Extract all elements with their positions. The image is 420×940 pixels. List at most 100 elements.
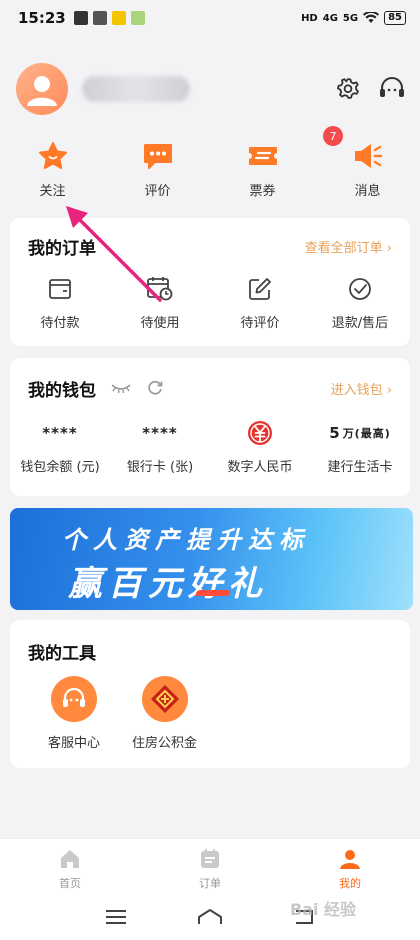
- wallet-header-tools: [110, 379, 164, 397]
- quick-action-label: 票券: [249, 184, 276, 199]
- edit-icon: [245, 274, 275, 304]
- meituan-notification-icon: [111, 11, 126, 25]
- quick-action-follow[interactable]: 关注: [0, 138, 105, 202]
- ccb-life-card[interactable]: 5 万(最高) 建行生活卡: [310, 418, 410, 475]
- wallet-title: 我的钱包: [28, 380, 96, 401]
- order-icon: [201, 849, 219, 868]
- signal-4g-indicator: 4G: [322, 12, 338, 24]
- quick-actions: 关注 评价 7 票券 消息: [0, 126, 420, 202]
- profile-header: [16, 58, 406, 120]
- promo-banner[interactable]: 个人资产提升达标 赢百元好礼: [10, 508, 413, 610]
- quick-action-review[interactable]: 评价: [105, 138, 210, 202]
- speaker-icon: [350, 138, 386, 174]
- order-status-to-use[interactable]: 待使用: [110, 274, 210, 331]
- quick-action-tickets[interactable]: 7 票券: [210, 126, 343, 202]
- view-all-orders-link[interactable]: 查看全部订单 ›: [305, 237, 392, 256]
- home-icon: [61, 850, 79, 868]
- bank-cards[interactable]: **** 银行卡 (张): [110, 418, 210, 475]
- tools-card-header: 我的工具: [10, 620, 410, 682]
- headset-icon: [380, 77, 404, 97]
- tab-orders[interactable]: 订单: [140, 839, 280, 894]
- tool-label: 住房公积金: [132, 736, 198, 751]
- tool-customer-service[interactable]: 客服中心: [48, 676, 100, 751]
- order-status-row: 待付款 待使用 待评价 退款/售后: [10, 274, 410, 331]
- user-icon: [340, 850, 360, 869]
- clock: 15:23: [18, 9, 66, 27]
- star-icon: [35, 138, 71, 174]
- orders-card: 我的订单 查看全部订单 › 待付款 待使用 待评价 退款/售后: [10, 218, 410, 346]
- wifi-icon: [363, 12, 380, 23]
- banner-subheadline: 赢百元好礼: [68, 564, 268, 604]
- bank-card-count: ****: [142, 424, 178, 442]
- banner-headline: 个人资产提升达标: [62, 526, 310, 554]
- order-status-label: 退款/售后: [331, 316, 389, 331]
- tab-label: 首页: [59, 877, 81, 890]
- orders-title: 我的订单: [28, 238, 96, 259]
- wallet-card: 我的钱包 进入钱包 › **** 钱包余额 (元) **** 银行卡 (张) 数…: [10, 358, 410, 496]
- hide-balance-icon[interactable]: [110, 381, 132, 395]
- calendar-clock-icon: [145, 274, 175, 304]
- status-bar: 15:23 HD 4G 5G 85: [0, 0, 420, 36]
- hd-indicator: HD: [301, 12, 318, 24]
- tool-housing-fund[interactable]: 住房公积金: [132, 676, 197, 751]
- orders-card-header: 我的订单 查看全部订单 ›: [10, 218, 410, 274]
- default-avatar-icon: [27, 76, 57, 106]
- wallet-item-label: 钱包余额 (元): [20, 460, 100, 475]
- settings-button[interactable]: [334, 75, 362, 103]
- order-status-label: 待使用: [140, 316, 180, 331]
- ticket-icon: [245, 138, 281, 174]
- system-indicators: HD 4G 5G 85: [301, 11, 406, 25]
- alipay-notification-icon: [92, 11, 107, 25]
- tab-label: 订单: [199, 877, 221, 890]
- system-nav-bar: [0, 894, 420, 940]
- app-notification-icon: [73, 11, 88, 25]
- tab-label: 我的: [339, 877, 361, 890]
- enter-wallet-link[interactable]: 进入钱包 ›: [331, 379, 392, 398]
- wallet-card-header: 我的钱包 进入钱包 ›: [10, 358, 410, 418]
- quick-action-label: 关注: [39, 184, 66, 199]
- housing-fund-icon: [141, 676, 188, 722]
- baidu-watermark: Bai 经验: [290, 900, 357, 919]
- ccb-life-card-credit: 5 万(最高): [329, 418, 391, 448]
- digital-rmb-icon: [246, 418, 274, 448]
- notification-icons: [73, 11, 145, 25]
- quick-action-label: 消息: [354, 184, 381, 199]
- customer-service-icon: [51, 676, 97, 722]
- quick-action-label: 评价: [144, 184, 171, 199]
- tab-home[interactable]: 首页: [0, 839, 140, 894]
- app2-notification-icon: [130, 11, 145, 25]
- bottom-tab-bar: 首页 订单 我的: [0, 838, 420, 894]
- wallet-item-label: 数字人民币: [227, 460, 293, 475]
- gear-icon: [337, 78, 359, 99]
- menu-icon[interactable]: [105, 909, 127, 925]
- check-circle-icon: [345, 274, 375, 304]
- wallet-item-label: 建行生活卡: [327, 460, 393, 475]
- refresh-icon[interactable]: [146, 379, 164, 397]
- tab-mine[interactable]: 我的: [280, 839, 420, 894]
- order-status-pending-payment[interactable]: 待付款: [10, 274, 110, 331]
- signal-5g-indicator: 5G: [342, 12, 359, 24]
- username[interactable]: [82, 76, 190, 102]
- top-actions: [334, 75, 406, 103]
- order-status-to-review[interactable]: 待评价: [210, 274, 310, 331]
- wallet-summary-row: **** 钱包余额 (元) **** 银行卡 (张) 数字人民币 5 万(最高) …: [10, 418, 410, 475]
- avatar[interactable]: [16, 63, 68, 115]
- quick-action-messages[interactable]: 消息: [315, 138, 420, 202]
- tool-label: 客服中心: [48, 736, 101, 751]
- order-status-label: 待评价: [240, 316, 280, 331]
- order-status-refund[interactable]: 退款/售后: [310, 274, 410, 331]
- credit-amount: 5: [329, 424, 341, 442]
- banner-accent-dash: [194, 590, 232, 596]
- wallet-card-icon: [45, 274, 75, 304]
- comment-icon: [140, 138, 176, 174]
- customer-service-button[interactable]: [378, 75, 406, 103]
- tools-title: 我的工具: [28, 643, 96, 664]
- wallet-balance[interactable]: **** 钱包余额 (元): [10, 418, 110, 475]
- credit-unit: 万(最高): [342, 427, 391, 440]
- wallet-balance-value: ****: [42, 424, 78, 442]
- battery-indicator: 85: [384, 11, 406, 25]
- order-status-label: 待付款: [40, 316, 80, 331]
- home-nav-icon[interactable]: [197, 908, 223, 926]
- digital-rmb[interactable]: 数字人民币: [210, 418, 310, 475]
- tools-card: 我的工具 客服中心 住房公积金: [10, 620, 410, 768]
